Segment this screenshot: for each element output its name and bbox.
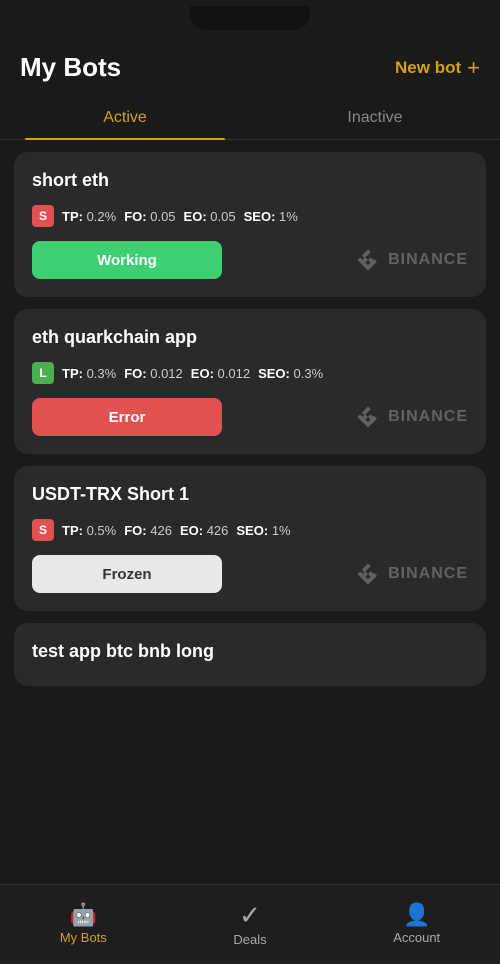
nav-item-mybots[interactable]: 🤖 My Bots (0, 896, 167, 953)
status-working-button[interactable]: Working (32, 241, 222, 279)
bot-footer: Error BINANCE (32, 398, 468, 436)
tabs-container: Active Inactive (0, 95, 500, 140)
binance-label: BINANCE (388, 565, 468, 583)
page-title: My Bots (20, 52, 121, 83)
bot-card[interactable]: short eth S TP: 0.2% FO: 0.05 EO: 0.05 S… (14, 152, 486, 297)
tab-inactive[interactable]: Inactive (250, 95, 500, 139)
param-eo: EO: 426 (180, 523, 228, 538)
param-fo: FO: 426 (124, 523, 172, 538)
status-frozen-button[interactable]: Frozen (32, 555, 222, 593)
plus-icon: + (467, 55, 480, 81)
nav-item-deals[interactable]: ✓ Deals (167, 894, 334, 955)
bot-params: L TP: 0.3% FO: 0.012 EO: 0.012 SEO: 0.3% (32, 362, 468, 384)
nav-item-account[interactable]: 👤 Account (333, 896, 500, 953)
nav-label-mybots: My Bots (60, 930, 107, 945)
nav-label-account: Account (393, 930, 440, 945)
bot-name: short eth (32, 170, 468, 191)
phone-notch (190, 6, 310, 30)
param-tp: TP: 0.5% (62, 523, 116, 538)
param-tp: TP: 0.2% (62, 209, 116, 224)
header: My Bots New bot + (0, 36, 500, 95)
param-seo: SEO: 1% (236, 523, 290, 538)
bot-card[interactable]: eth quarkchain app L TP: 0.3% FO: 0.012 … (14, 309, 486, 454)
param-eo: EO: 0.012 (191, 366, 250, 381)
notch-bar (0, 0, 500, 36)
bot-card[interactable]: USDT-TRX Short 1 S TP: 0.5% FO: 426 EO: … (14, 466, 486, 611)
tab-active[interactable]: Active (0, 95, 250, 139)
bot-params: S TP: 0.5% FO: 426 EO: 426 SEO: 1% (32, 519, 468, 541)
binance-logo: BINANCE (354, 403, 468, 431)
param-tp: TP: 0.3% (62, 366, 116, 381)
bot-footer: Working BINANCE (32, 241, 468, 279)
status-error-button[interactable]: Error (32, 398, 222, 436)
param-fo: FO: 0.012 (124, 366, 183, 381)
strategy-badge: S (32, 205, 54, 227)
binance-label: BINANCE (388, 251, 468, 269)
new-bot-label: New bot (395, 58, 461, 78)
param-fo: FO: 0.05 (124, 209, 175, 224)
bot-footer: Frozen BINANCE (32, 555, 468, 593)
param-seo: SEO: 1% (244, 209, 298, 224)
bot-name: test app btc bnb long (32, 641, 468, 662)
bot-name: eth quarkchain app (32, 327, 468, 348)
param-seo: SEO: 0.3% (258, 366, 323, 381)
bot-params: S TP: 0.2% FO: 0.05 EO: 0.05 SEO: 1% (32, 205, 468, 227)
nav-label-deals: Deals (233, 932, 266, 947)
bots-list: short eth S TP: 0.2% FO: 0.05 EO: 0.05 S… (0, 140, 500, 698)
strategy-badge: L (32, 362, 54, 384)
new-bot-button[interactable]: New bot + (395, 55, 480, 81)
strategy-badge: S (32, 519, 54, 541)
binance-logo: BINANCE (354, 246, 468, 274)
deals-icon: ✓ (239, 902, 261, 928)
account-icon: 👤 (403, 904, 430, 926)
param-eo: EO: 0.05 (184, 209, 236, 224)
bot-card[interactable]: test app btc bnb long (14, 623, 486, 686)
mybots-icon: 🤖 (70, 904, 97, 926)
binance-logo: BINANCE (354, 560, 468, 588)
binance-label: BINANCE (388, 408, 468, 426)
bot-name: USDT-TRX Short 1 (32, 484, 468, 505)
bottom-nav: 🤖 My Bots ✓ Deals 👤 Account (0, 884, 500, 964)
